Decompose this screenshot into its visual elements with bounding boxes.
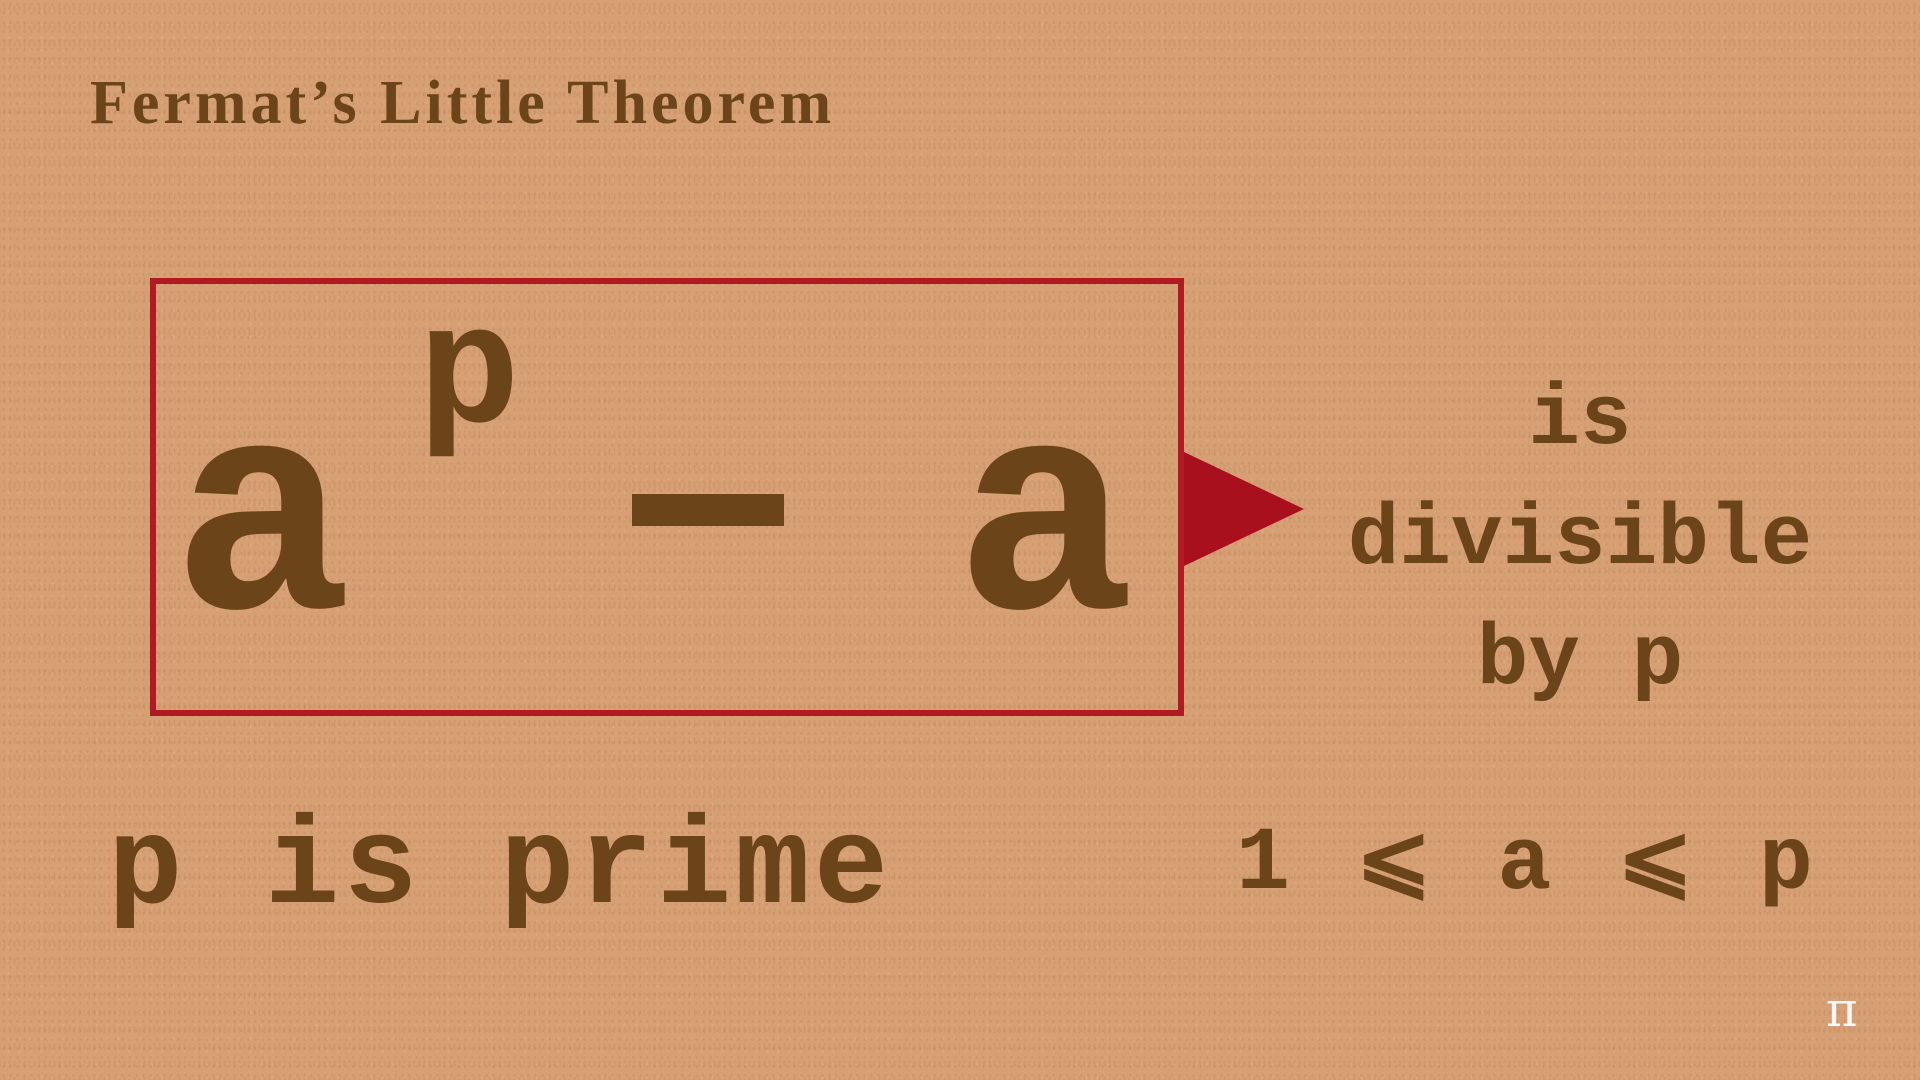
condition-range: 1 ⩽ a ⩽ p [1236,814,1819,916]
pi-logo-icon: π [1826,982,1858,1038]
page-title: Fermat’s Little Theorem [90,69,836,137]
formula-base: a [172,358,353,698]
formula-rhs: a [955,358,1136,698]
conclusion-line-1: is [1528,371,1632,469]
conclusion-line-2: divisible [1347,491,1813,589]
formula-exponent: p [418,280,521,473]
arrow-right-icon [1184,452,1304,566]
conclusion-line-3: by p [1476,611,1684,709]
condition-prime: p is prime [108,800,893,940]
conclusion-text: is divisible by p [1310,360,1850,720]
minus-sign [632,494,784,526]
